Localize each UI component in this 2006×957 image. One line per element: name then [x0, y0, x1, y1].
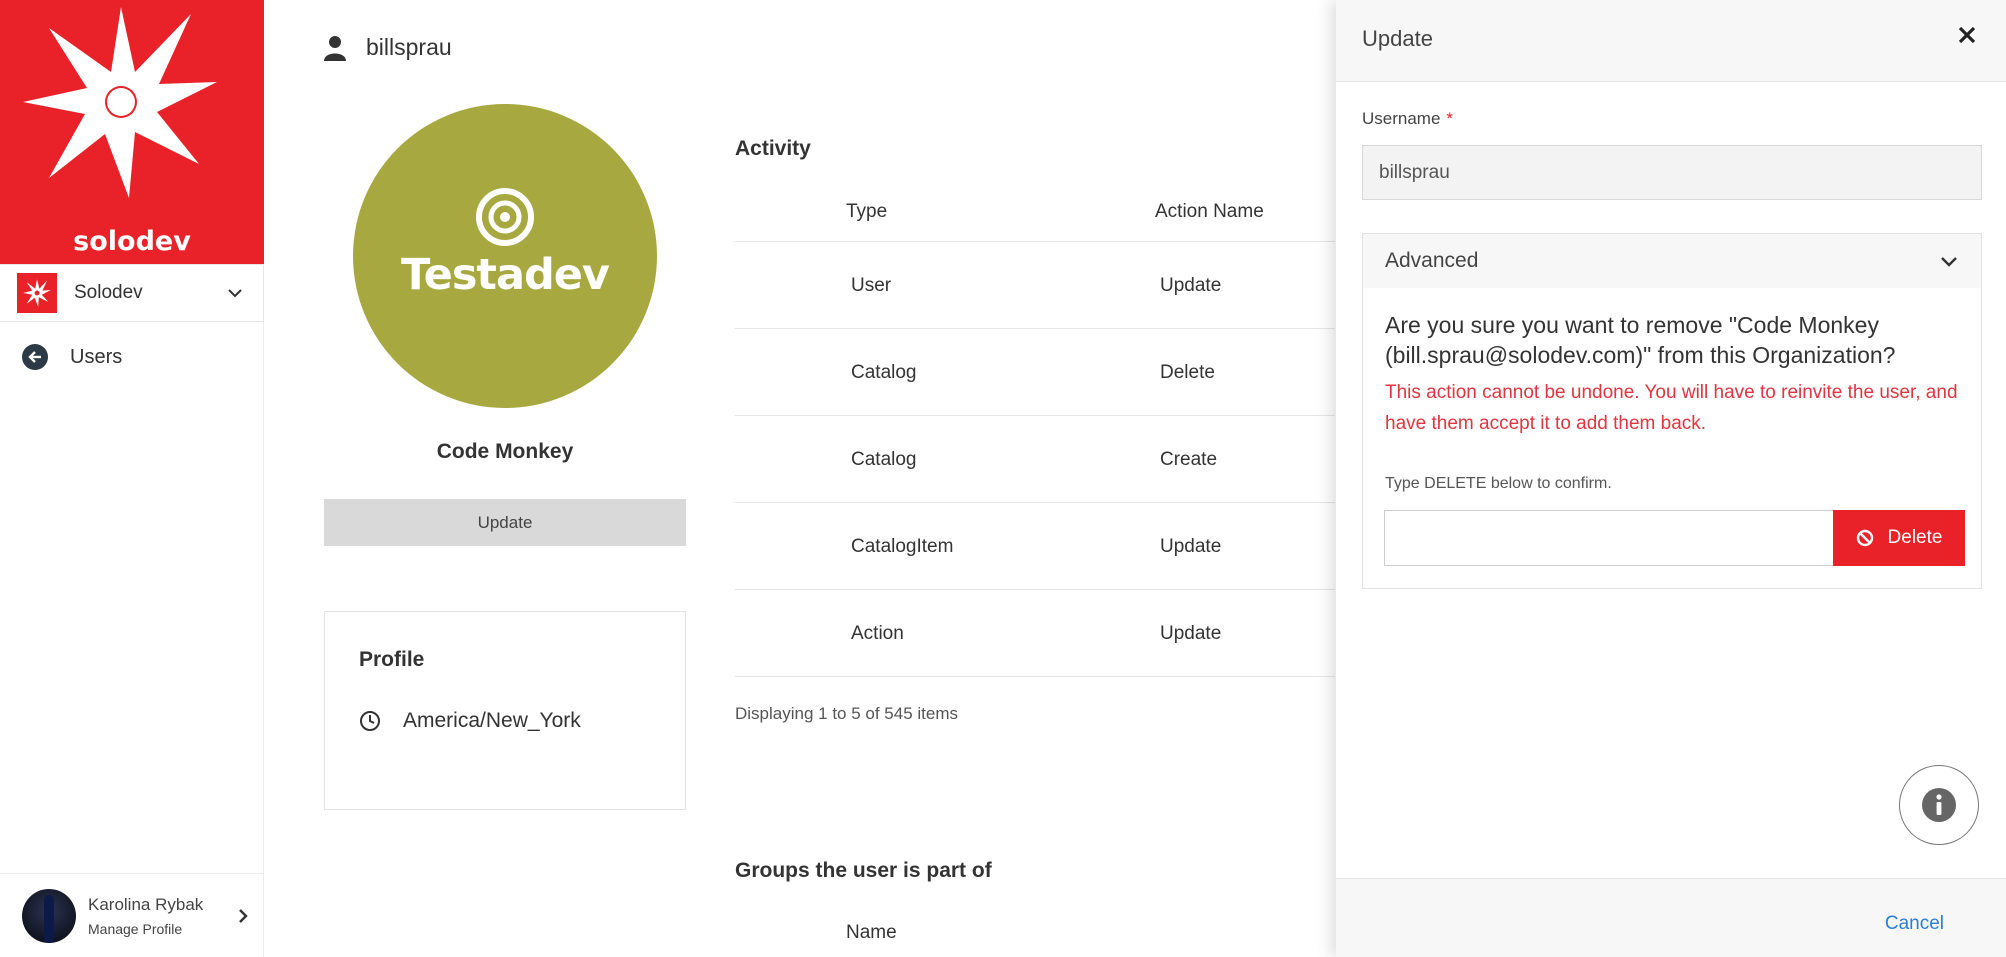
target-icon: [476, 188, 534, 246]
column-header-type[interactable]: Type: [846, 201, 887, 223]
cell-type: Catalog: [851, 362, 917, 383]
info-button[interactable]: [1899, 765, 1979, 845]
user-profile-footer[interactable]: Karolina Rybak Manage Profile: [0, 873, 264, 957]
clock-icon: [360, 711, 380, 731]
nav-back-users[interactable]: Users: [22, 344, 122, 370]
drawer-header: Update: [1336, 0, 2006, 82]
remove-confirm-question: Are you sure you want to remove "Code Mo…: [1385, 312, 1896, 368]
column-header-action-name[interactable]: Action Name: [1155, 201, 1264, 223]
org-avatar: Testadev: [353, 104, 657, 408]
chevron-down-icon: [228, 289, 242, 298]
org-logo-icon: [17, 273, 57, 313]
groups-title: Groups the user is part of: [735, 859, 992, 882]
delete-button[interactable]: Delete: [1833, 510, 1965, 566]
cell-type: User: [851, 275, 892, 296]
cell-action: Update: [1160, 536, 1222, 557]
pagination-summary: Displaying 1 to 5 of 545 items: [735, 704, 959, 723]
advanced-section: Advanced Are you sure you want to remove…: [1362, 233, 1982, 589]
manage-profile-link[interactable]: Manage Profile: [88, 921, 236, 937]
drawer-title: Update: [1362, 26, 1433, 51]
drawer-footer: Cancel: [1336, 878, 2006, 957]
cell-type: CatalogItem: [851, 536, 954, 557]
table-row[interactable]: Catalog Create: [735, 416, 1335, 503]
back-arrow-icon: [22, 344, 48, 370]
confirm-hint: Type DELETE below to confirm.: [1385, 475, 1612, 492]
user-header: billsprau: [324, 34, 452, 61]
cell-type: Action: [851, 623, 904, 644]
nav-back-label: Users: [70, 345, 123, 368]
delete-confirm-input[interactable]: [1384, 510, 1834, 566]
table-row[interactable]: Action Update: [735, 590, 1335, 677]
table-row[interactable]: User Update: [735, 242, 1335, 329]
footer-user-name: Karolina Rybak: [88, 894, 204, 914]
user-icon: [324, 35, 346, 61]
activity-table: Type Action Name User Update Catalog Del…: [735, 188, 1335, 677]
sidebar: solodev Solodev Users Karolina Rybak Man…: [0, 0, 264, 957]
cell-action: Create: [1160, 449, 1218, 470]
brand-logo[interactable]: solodev: [0, 0, 264, 264]
info-icon: [1922, 788, 1956, 822]
cell-action: Update: [1160, 623, 1222, 644]
display-name: Code Monkey: [436, 440, 574, 463]
username-field[interactable]: [1362, 145, 1982, 200]
org-name: Solodev: [74, 282, 143, 303]
table-row[interactable]: CatalogItem Update: [735, 503, 1335, 590]
cell-action: Delete: [1160, 362, 1215, 383]
profile-title: Profile: [359, 648, 425, 671]
delete-label: Delete: [1887, 527, 1943, 548]
groups-column-name[interactable]: Name: [846, 922, 897, 944]
brand-wordmark: solodev: [73, 226, 191, 257]
org-selector[interactable]: Solodev: [0, 264, 264, 322]
activity-title: Activity: [735, 137, 811, 160]
remove-warning: This action cannot be undone. You will h…: [1385, 382, 1958, 434]
cell-action: Update: [1160, 275, 1222, 296]
update-user-button[interactable]: Update: [324, 499, 686, 546]
timezone-value: America/New_York: [403, 709, 581, 732]
table-header: Type Action Name: [735, 188, 1335, 242]
username-heading: billsprau: [366, 34, 452, 60]
update-drawer: Update Username* Advanced Are you sure y…: [1336, 0, 2006, 957]
close-button[interactable]: [1952, 20, 1982, 50]
cancel-button[interactable]: Cancel: [1885, 913, 1944, 935]
table-row[interactable]: Catalog Delete: [735, 329, 1335, 416]
advanced-label: Advanced: [1385, 249, 1479, 272]
close-icon: [1958, 26, 1976, 44]
cell-type: Catalog: [851, 449, 917, 470]
advanced-toggle[interactable]: Advanced: [1363, 234, 1981, 288]
avatar-wordmark: Testadev: [401, 250, 610, 300]
chevron-right-icon: [239, 908, 248, 923]
solodev-logo-icon: [23, 7, 217, 198]
avatar: [22, 888, 76, 943]
timezone-row: America/New_York: [359, 709, 581, 733]
ban-icon: [1856, 529, 1873, 547]
required-mark: *: [1446, 109, 1454, 128]
profile-card: Profile America/New_York: [324, 611, 686, 810]
username-label: Username *: [1362, 109, 1454, 128]
chevron-down-icon: [1941, 257, 1957, 267]
